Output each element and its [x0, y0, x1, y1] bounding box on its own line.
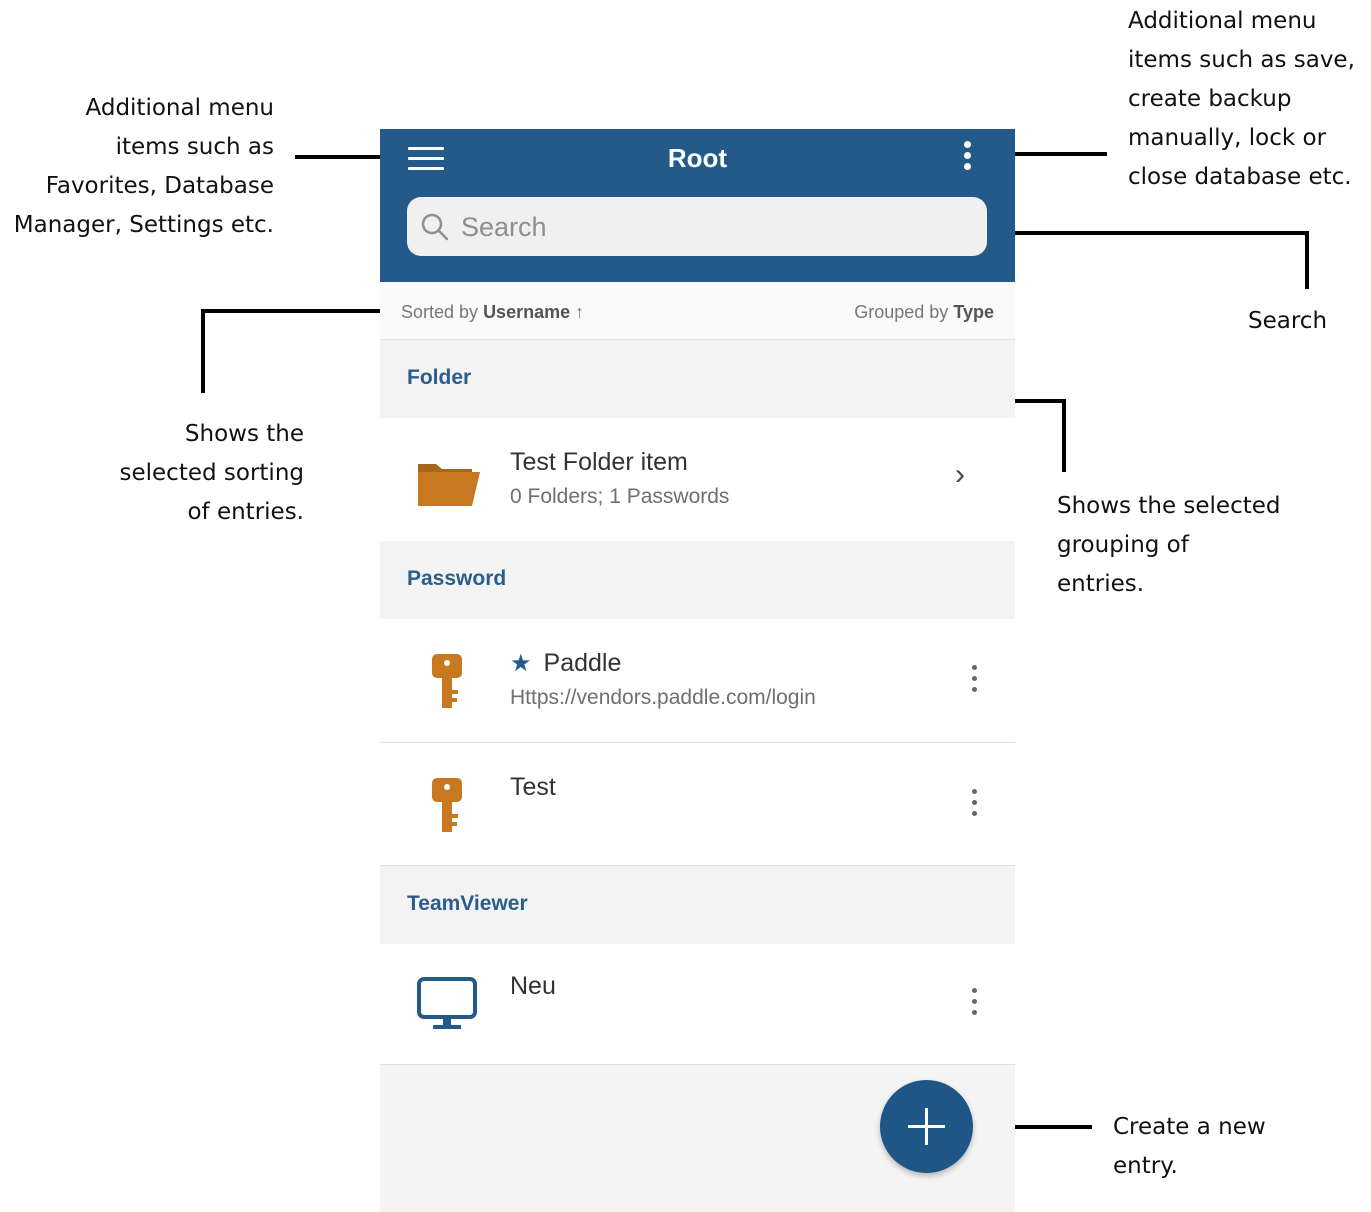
section-header-folder: Folder — [380, 340, 1015, 418]
list-item[interactable]: Neu — [380, 944, 1015, 1065]
more-icon[interactable] — [968, 665, 980, 699]
more-options-icon[interactable] — [958, 141, 976, 175]
connector-sorting-h — [201, 309, 397, 313]
key-icon — [432, 654, 462, 708]
sort-group-bar: Sorted by Username ↑ Grouped by Type — [380, 282, 1015, 340]
sort-arrow-icon: ↑ — [575, 302, 585, 322]
list-item[interactable]: Test — [380, 743, 1015, 866]
section-header-teamviewer: TeamViewer — [380, 866, 1015, 944]
search-bar[interactable] — [407, 197, 987, 258]
app-screen: Root Sorted by Username ↑ Grouped by Typ… — [380, 129, 1015, 1212]
section-header-password: Password — [380, 541, 1015, 619]
list-item[interactable]: ★ Paddle Https://vendors.paddle.com/login — [380, 619, 1015, 743]
monitor-icon — [417, 977, 477, 1029]
add-entry-button[interactable] — [880, 1080, 973, 1173]
favorite-star-icon: ★ — [510, 650, 532, 677]
sort-indicator[interactable]: Sorted by Username ↑ — [401, 302, 584, 323]
connector-grouping-v2 — [1062, 399, 1066, 472]
callout-sorting: Shows the selected sorting of entries. — [119, 421, 305, 525]
callout-menu-left: Additional menu items such as Favorites,… — [13, 95, 274, 238]
search-input[interactable] — [459, 197, 963, 258]
folder-icon — [418, 464, 480, 506]
more-icon[interactable] — [968, 789, 980, 823]
list-item[interactable]: Test Folder item 0 Folders; 1 Passwords … — [380, 418, 1015, 542]
key-icon — [432, 778, 462, 832]
more-icon[interactable] — [968, 988, 980, 1022]
app-bar: Root — [380, 129, 1015, 282]
callout-create: Create a new entry. — [1113, 1114, 1266, 1179]
page-title: Root — [667, 143, 728, 173]
callout-grouping: Shows the selected grouping of entries. — [1057, 493, 1281, 597]
search-icon — [421, 213, 449, 241]
callout-menu-right: Additional menu items such as save, crea… — [1128, 8, 1355, 190]
connector-sorting-v — [201, 309, 205, 393]
group-indicator[interactable]: Grouped by Type — [854, 302, 994, 323]
connector-search-v — [1305, 231, 1309, 289]
chevron-right-icon[interactable]: › — [955, 458, 965, 492]
callout-search: Search — [1248, 308, 1328, 334]
